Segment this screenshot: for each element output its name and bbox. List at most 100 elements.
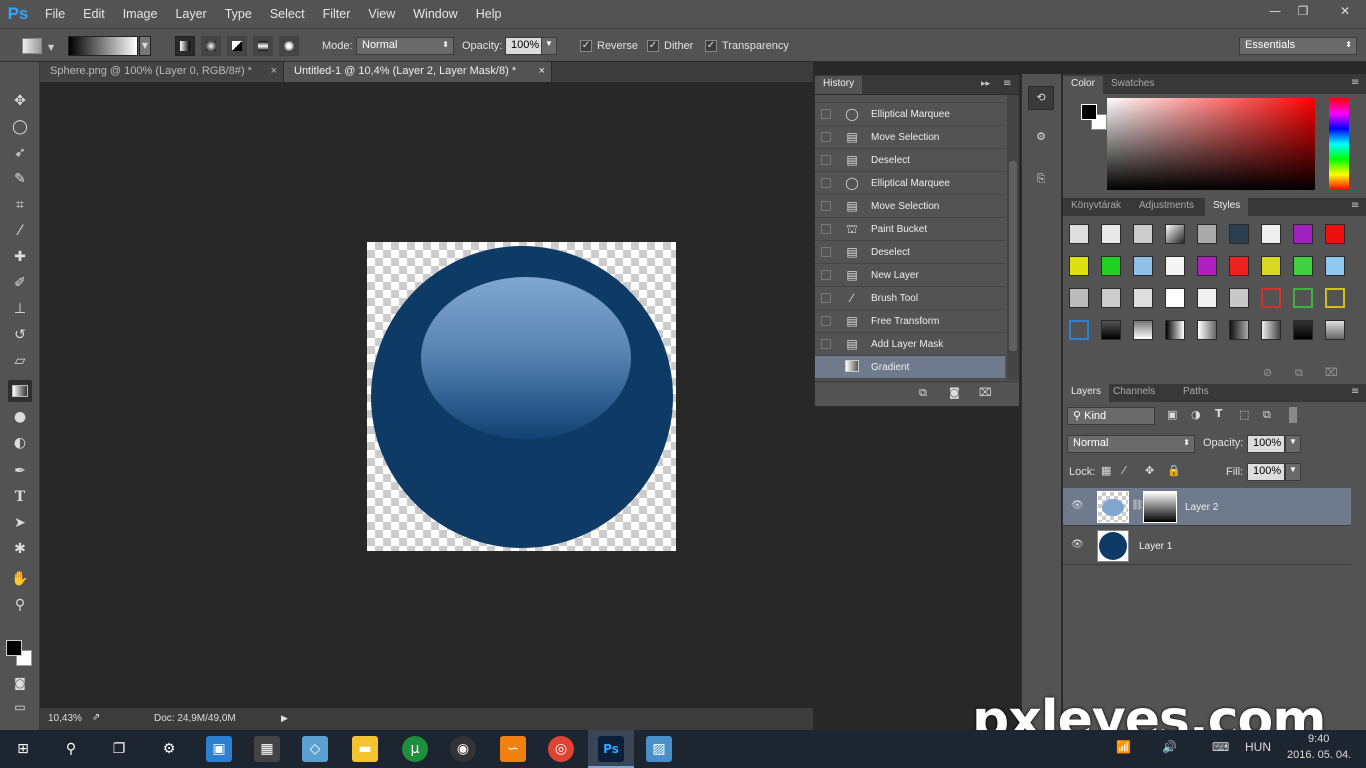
zoom-tool-icon[interactable]: ⚲ bbox=[8, 594, 32, 616]
layer-row-layer-1[interactable]: 👁 Layer 1 bbox=[1063, 527, 1351, 565]
diamond-gradient-button[interactable] bbox=[279, 36, 299, 56]
layer-kind-filter[interactable]: ⚲ Kind bbox=[1067, 407, 1155, 425]
style-swatch[interactable] bbox=[1133, 256, 1153, 276]
history-item[interactable]: ▤ New Layer bbox=[815, 264, 1005, 287]
snapshot-checkbox[interactable] bbox=[821, 362, 831, 372]
panel-menu-icon[interactable]: ≡ bbox=[1351, 386, 1359, 397]
layer-opacity-input[interactable]: 100% bbox=[1247, 435, 1285, 453]
hue-slider[interactable] bbox=[1329, 98, 1349, 190]
history-item[interactable]: ▤ Move Selection bbox=[815, 195, 1005, 218]
gradient-dropdown-arrow[interactable]: ▼ bbox=[139, 36, 151, 56]
file-explorer-icon[interactable]: ▬ bbox=[352, 736, 378, 762]
layer-thumbnail[interactable] bbox=[1097, 530, 1129, 562]
panel-menu-icon[interactable]: ≡ bbox=[1003, 78, 1011, 89]
panel-menu-icon[interactable]: ≡ bbox=[1351, 77, 1359, 88]
quick-selection-tool-icon[interactable]: ✎ bbox=[8, 168, 32, 190]
new-style-icon[interactable]: ⧉ bbox=[1295, 366, 1303, 380]
panel-menu-icon[interactable]: ≡ bbox=[1351, 200, 1359, 211]
style-swatch[interactable] bbox=[1229, 320, 1249, 340]
gradient-picker[interactable] bbox=[68, 36, 138, 56]
style-swatch[interactable] bbox=[1229, 288, 1249, 308]
crop-tool-icon[interactable]: ⌗ bbox=[8, 194, 32, 216]
clock-time[interactable]: 9:40 bbox=[1308, 733, 1329, 745]
layer-opacity-arrow[interactable]: ▼ bbox=[1285, 435, 1301, 453]
style-swatch[interactable] bbox=[1069, 320, 1089, 340]
snapshot-checkbox[interactable] bbox=[821, 224, 831, 234]
style-swatch[interactable] bbox=[1261, 320, 1281, 340]
dodge-tool-icon[interactable]: ◐ bbox=[8, 432, 32, 454]
custom-shape-tool-icon[interactable]: ✱ bbox=[8, 538, 32, 560]
clock-date[interactable]: 2016. 05. 04. bbox=[1287, 749, 1351, 761]
pen-tool-icon[interactable]: ✒ bbox=[8, 460, 32, 482]
snapshot-checkbox[interactable] bbox=[821, 316, 831, 326]
history-dock-icon[interactable]: ⟲ bbox=[1028, 86, 1054, 110]
status-menu-arrow-icon[interactable]: ▶ bbox=[281, 713, 288, 724]
restore-button[interactable]: ❐ bbox=[1290, 2, 1316, 20]
hand-tool-icon[interactable]: ✋ bbox=[8, 568, 32, 590]
close-icon[interactable]: × bbox=[539, 65, 545, 77]
style-swatch[interactable] bbox=[1069, 224, 1089, 244]
blend-mode-select[interactable]: Normal ⬍ bbox=[1067, 435, 1195, 453]
style-swatch[interactable] bbox=[1325, 320, 1345, 340]
style-swatch[interactable] bbox=[1101, 288, 1121, 308]
foreground-color-swatch[interactable] bbox=[1081, 104, 1097, 120]
volume-icon[interactable]: 🔊 bbox=[1162, 740, 1177, 754]
reflected-gradient-button[interactable] bbox=[253, 36, 273, 56]
clear-style-icon[interactable]: ⊘ bbox=[1263, 366, 1272, 379]
lasso-tool-icon[interactable]: ➶ bbox=[8, 142, 32, 164]
snapshot-checkbox[interactable] bbox=[821, 109, 831, 119]
style-swatch[interactable] bbox=[1197, 256, 1217, 276]
zoom-level[interactable]: 10,43% bbox=[48, 713, 82, 724]
style-swatch[interactable] bbox=[1197, 224, 1217, 244]
new-document-icon[interactable]: ⧉ bbox=[919, 386, 927, 400]
filter-toggle[interactable] bbox=[1289, 407, 1297, 423]
clone-stamp-tool-icon[interactable]: ⊥ bbox=[8, 298, 32, 320]
menu-file[interactable]: File bbox=[36, 7, 74, 21]
task-view-icon[interactable]: ❐ bbox=[106, 736, 132, 762]
tab-channels[interactable]: Channels bbox=[1105, 384, 1163, 402]
type-filter-icon[interactable]: T bbox=[1215, 407, 1223, 420]
chrome-icon[interactable]: ◎ bbox=[548, 736, 574, 762]
menu-select[interactable]: Select bbox=[261, 7, 314, 21]
style-swatch[interactable] bbox=[1069, 256, 1089, 276]
lock-position-icon[interactable]: ✥ bbox=[1145, 464, 1154, 477]
layer-row-layer-2[interactable]: 👁 ⛓ Layer 2 bbox=[1063, 488, 1351, 526]
style-swatch[interactable] bbox=[1101, 256, 1121, 276]
history-item[interactable]: ▤ Move Selection bbox=[815, 126, 1005, 149]
snapshot-checkbox[interactable] bbox=[821, 247, 831, 257]
history-item[interactable]: ▤ Deselect bbox=[815, 149, 1005, 172]
style-swatch[interactable] bbox=[1133, 224, 1153, 244]
angle-gradient-button[interactable] bbox=[227, 36, 247, 56]
close-icon[interactable]: × bbox=[271, 65, 277, 77]
style-swatch[interactable] bbox=[1229, 224, 1249, 244]
opacity-input[interactable]: 100% bbox=[505, 37, 543, 55]
tab-libraries[interactable]: Könyvtárak bbox=[1063, 198, 1129, 216]
history-item[interactable]: ⁄ Brush Tool bbox=[815, 287, 1005, 310]
visibility-eye-icon[interactable]: 👁 bbox=[1071, 500, 1084, 511]
healing-brush-tool-icon[interactable]: ✚ bbox=[8, 246, 32, 268]
color-field[interactable] bbox=[1107, 98, 1315, 190]
style-swatch[interactable] bbox=[1133, 320, 1153, 340]
screen-mode-icon[interactable]: ▭ bbox=[8, 696, 32, 718]
scroll-thumb[interactable] bbox=[1009, 161, 1017, 351]
style-swatch[interactable] bbox=[1293, 224, 1313, 244]
style-swatch[interactable] bbox=[1293, 320, 1313, 340]
collapse-icon[interactable]: ▸▸ bbox=[981, 79, 990, 89]
taskbar-photoshop-active[interactable]: Ps bbox=[588, 730, 634, 768]
adjustment-filter-icon[interactable]: ◑ bbox=[1191, 408, 1201, 421]
style-swatch[interactable] bbox=[1165, 288, 1185, 308]
trash-icon[interactable]: ⌧ bbox=[1325, 366, 1338, 379]
character-dock-icon[interactable]: ⎘ bbox=[1028, 168, 1054, 190]
brush-tool-icon[interactable]: ✐ bbox=[8, 272, 32, 294]
elliptical-marquee-tool-icon[interactable]: ◯ bbox=[8, 116, 32, 138]
tab-styles[interactable]: Styles bbox=[1205, 198, 1249, 216]
mode-select[interactable]: Normal ⬍ bbox=[356, 37, 454, 55]
camera-icon[interactable]: ◙ bbox=[949, 386, 960, 399]
radial-gradient-button[interactable] bbox=[201, 36, 221, 56]
history-item[interactable]: ▤ Deselect bbox=[815, 241, 1005, 264]
close-button[interactable]: ✕ bbox=[1325, 2, 1365, 20]
photos-icon[interactable]: ▨ bbox=[646, 736, 672, 762]
layer-thumbnail[interactable] bbox=[1097, 491, 1129, 523]
style-swatch[interactable] bbox=[1165, 224, 1185, 244]
menu-window[interactable]: Window bbox=[404, 7, 466, 21]
